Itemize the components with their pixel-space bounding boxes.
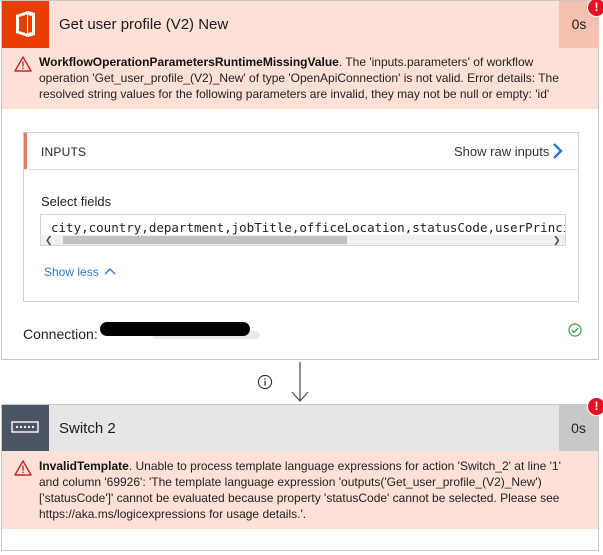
- redacted-connection: [100, 322, 250, 336]
- step-header[interactable]: Switch 2 0s: [2, 405, 598, 451]
- show-raw-inputs-link[interactable]: Show raw inputs: [454, 144, 549, 159]
- step-card-switch-2[interactable]: Switch 2 0s InvalidTemplate. Unable to p…: [1, 404, 599, 551]
- switch-icon: [2, 405, 49, 451]
- inputs-label: INPUTS: [41, 145, 87, 159]
- warning-icon: [14, 460, 32, 476]
- scroll-left-icon[interactable]: ❮: [45, 235, 53, 245]
- step-title: Switch 2: [59, 420, 116, 437]
- chevron-right-icon[interactable]: [552, 142, 564, 160]
- info-icon[interactable]: [257, 374, 273, 390]
- step-title: Get user profile (V2) New: [59, 16, 229, 33]
- error-code: InvalidTemplate: [39, 459, 129, 473]
- step-card-get-user-profile[interactable]: Get user profile (V2) New 0s WorkflowOpe…: [1, 0, 599, 360]
- error-banner: InvalidTemplate. Unable to process templ…: [2, 451, 598, 529]
- inputs-header: INPUTS Show raw inputs: [24, 133, 578, 170]
- chevron-up-icon[interactable]: [104, 266, 116, 276]
- inputs-accent-bar: [24, 133, 27, 169]
- error-badge-icon: !: [587, 0, 603, 17]
- error-code: WorkflowOperationParametersRuntimeMissin…: [39, 55, 339, 69]
- success-check-icon: [568, 323, 582, 337]
- office-icon: [2, 1, 49, 48]
- error-badge-icon: !: [587, 397, 603, 416]
- inputs-panel: INPUTS Show raw inputs Select fields cit…: [23, 132, 579, 302]
- scroll-right-icon[interactable]: ❯: [553, 235, 561, 245]
- error-text: InvalidTemplate. Unable to process templ…: [39, 458, 579, 522]
- select-fields-value-box[interactable]: city,country,department,jobTitle,officeL…: [40, 214, 566, 246]
- select-fields-value: city,country,department,jobTitle,officeL…: [51, 220, 566, 235]
- warning-icon: [14, 56, 32, 72]
- horizontal-scrollbar[interactable]: ❮ ❯: [41, 235, 565, 245]
- arrow-down-icon: [291, 362, 309, 402]
- connection-label: Connection:: [23, 326, 98, 342]
- error-text: WorkflowOperationParametersRuntimeMissin…: [39, 54, 579, 102]
- show-less-link[interactable]: Show less: [44, 265, 99, 279]
- select-fields-label: Select fields: [41, 194, 112, 209]
- error-banner: WorkflowOperationParametersRuntimeMissin…: [2, 48, 598, 109]
- scrollbar-thumb[interactable]: [63, 236, 347, 244]
- step-header[interactable]: Get user profile (V2) New: [2, 1, 559, 48]
